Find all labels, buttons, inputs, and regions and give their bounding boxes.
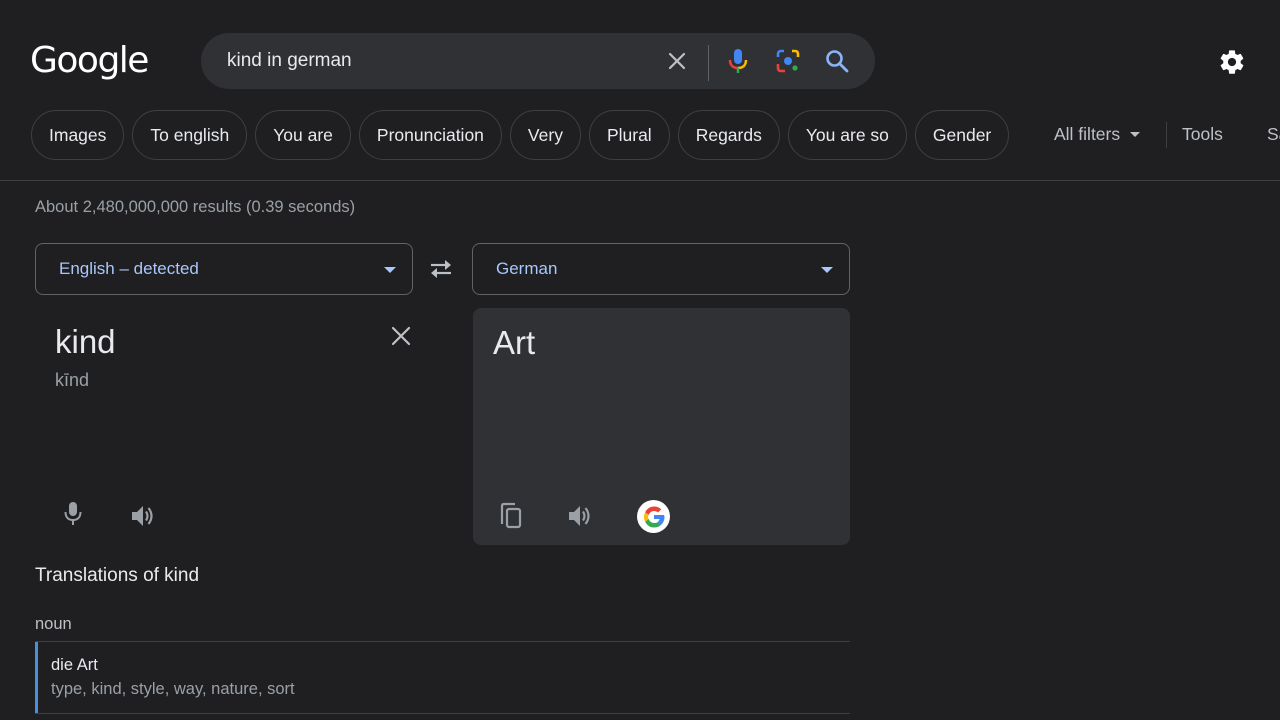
gear-icon[interactable] [1216,46,1248,78]
tools-button[interactable]: Tools [1182,124,1223,145]
filter-chips: Images To english You are Pronunciation … [31,110,1010,160]
safesearch-button[interactable]: SafeSearch [1267,124,1280,145]
translation-output-panel: Art [473,308,850,545]
divider [35,713,850,714]
chip-to-english[interactable]: To english [132,110,248,160]
chevron-down-icon [384,267,396,273]
source-language-label: English – detected [59,259,199,278]
close-icon[interactable] [388,323,414,349]
header-divider [0,180,1280,181]
source-text[interactable]: kind [55,323,116,361]
chip-pronunciation[interactable]: Pronunciation [358,110,502,160]
search-input[interactable]: kind in german [227,50,352,72]
chip-images[interactable]: Images [31,110,125,160]
search-box[interactable]: kind in german [201,33,875,89]
copy-icon[interactable] [494,499,528,533]
translation-entry[interactable]: die Art type, kind, style, way, nature, … [35,642,850,713]
source-language-select[interactable]: English – detected [35,243,413,295]
search-divider [708,45,709,81]
target-language-label: German [496,259,558,278]
chip-very[interactable]: Very [509,110,581,160]
translation-synonyms: type, kind, style, way, nature, sort [51,680,295,698]
translated-text: Art [493,324,536,361]
chip-you-are-so[interactable]: You are so [787,110,907,160]
chip-plural[interactable]: Plural [588,110,670,160]
lens-icon[interactable] [774,47,802,75]
result-stats: About 2,480,000,000 results (0.39 second… [35,198,356,216]
mic-icon[interactable] [56,497,90,531]
all-filters-button[interactable]: All filters [1054,124,1141,145]
all-filters-label: All filters [1054,124,1121,144]
chip-regards[interactable]: Regards [677,110,780,160]
translations-title: Translations of kind [35,565,200,586]
swap-languages-icon[interactable] [427,255,455,283]
source-phonetic: kīnd [55,370,90,390]
chevron-down-icon [821,267,833,273]
part-of-speech: noun [35,615,72,633]
google-translate-icon[interactable] [637,500,670,533]
filters-divider [1166,122,1167,148]
mic-icon[interactable] [724,47,752,75]
search-icon[interactable] [823,47,851,75]
speaker-icon[interactable] [126,499,160,533]
google-logo[interactable]: Google [30,40,149,81]
chip-gender[interactable]: Gender [914,110,1010,160]
speaker-icon[interactable] [563,499,597,533]
clear-icon[interactable] [663,47,691,75]
chip-you-are[interactable]: You are [255,110,351,160]
search-results-page: Google kind in german Images To english … [0,0,1280,720]
translation-word: die Art [51,656,98,674]
chevron-down-icon [1130,132,1141,137]
target-language-select[interactable]: German [472,243,850,295]
